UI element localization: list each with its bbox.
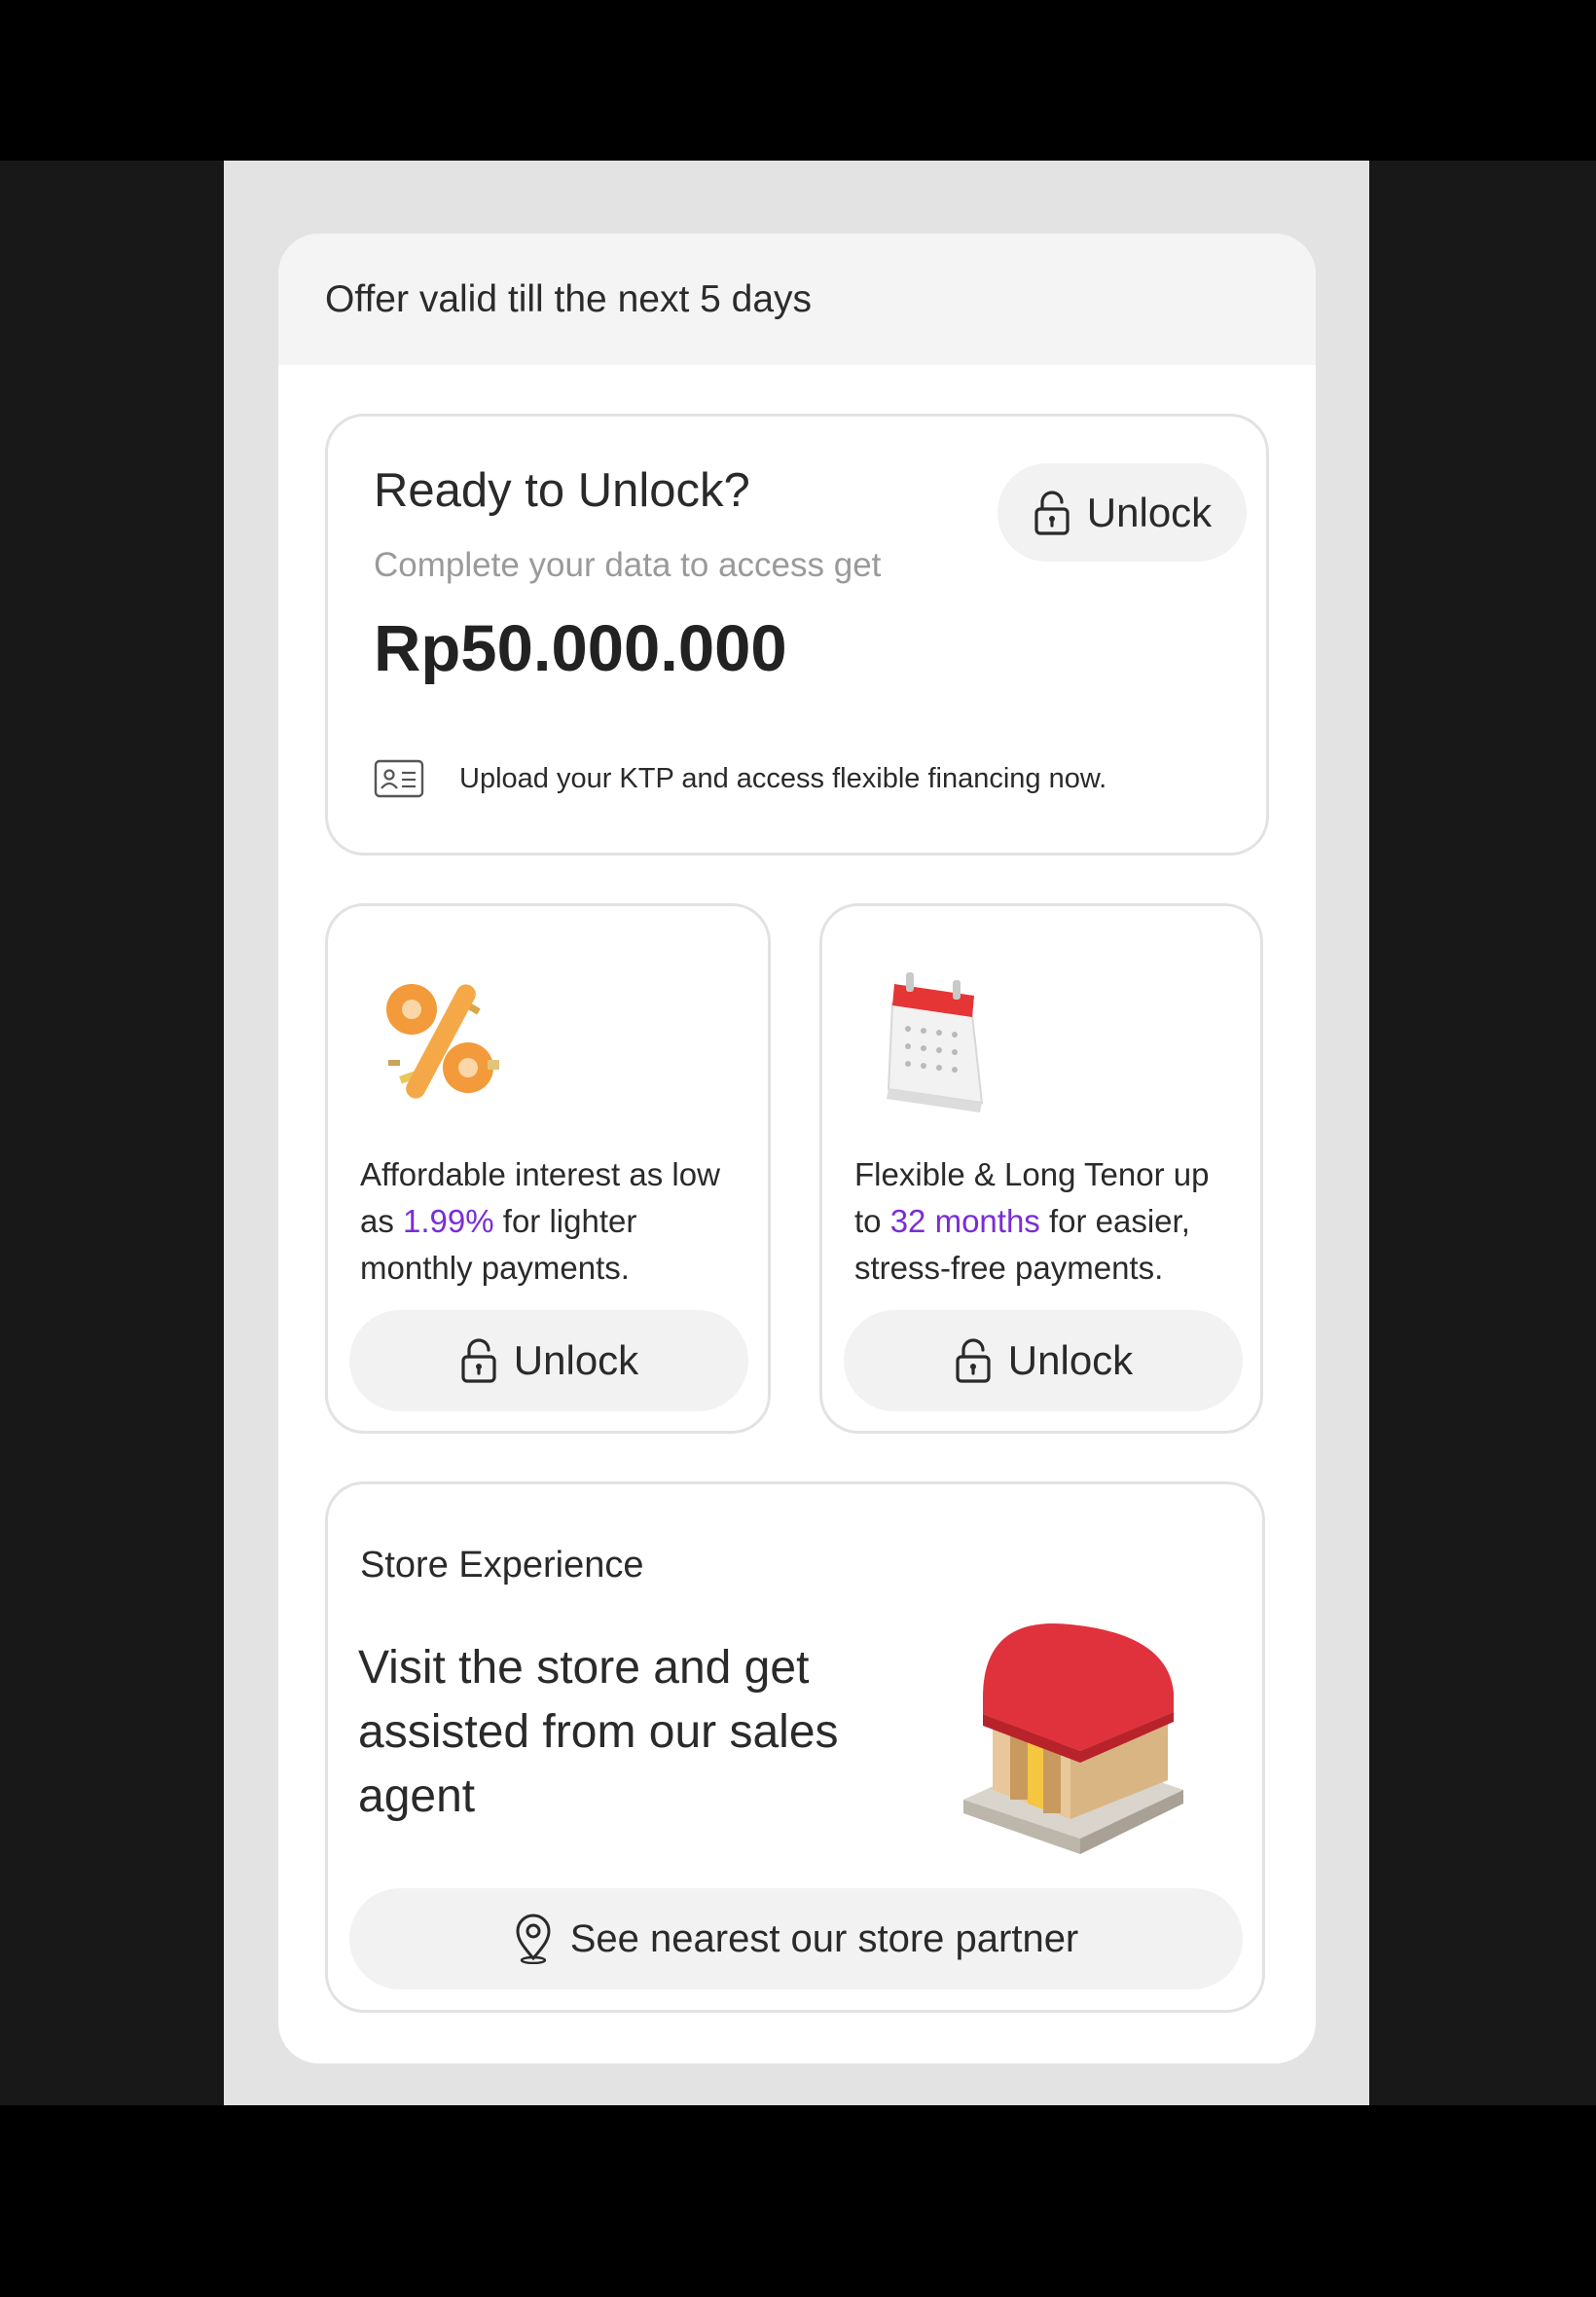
left-letterbox: [0, 161, 224, 2105]
interest-feature-card: Affordable interest as low as 1.99% for …: [325, 903, 771, 1434]
lock-icon: [1034, 490, 1070, 535]
lock-icon: [956, 1338, 991, 1383]
interest-unlock-label: Unlock: [513, 1337, 639, 1383]
app-screen: Offer valid till the next 5 days Ready t…: [224, 161, 1369, 2105]
store-icon: [963, 1622, 1183, 1854]
tenor-feature-text: Flexible & Long Tenor up to 32 months fo…: [854, 1156, 1210, 1286]
nearest-store-label: See nearest our store partner: [569, 1916, 1079, 1960]
right-letterbox: [1369, 161, 1596, 2105]
ktp-row: Upload your KTP and access flexible fina…: [374, 759, 1106, 798]
store-section-label: Store Experience: [360, 1545, 644, 1586]
lock-icon: [461, 1338, 496, 1383]
offer-validity-text: Offer valid till the next 5 days: [325, 277, 813, 320]
unlock-button-label: Unlock: [1086, 489, 1213, 535]
unlock-button[interactable]: Unlock: [998, 463, 1247, 562]
interest-feature-text: Affordable interest as low as 1.99% for …: [360, 1156, 720, 1286]
tenor-feature-card: Flexible & Long Tenor up to 32 months fo…: [819, 903, 1263, 1434]
unlock-subtitle: Complete your data to access get: [374, 546, 882, 584]
tenor-unlock-button[interactable]: Unlock: [844, 1310, 1243, 1411]
offer-sheet: Offer valid till the next 5 days Ready t…: [278, 234, 1316, 2063]
ktp-text: Upload your KTP and access flexible fina…: [459, 762, 1107, 794]
interest-unlock-button[interactable]: Unlock: [349, 1310, 748, 1411]
tenor-highlight: 32 months: [889, 1203, 1040, 1239]
unlock-card: Ready to Unlock? Complete your data to a…: [325, 414, 1269, 856]
id-card-icon: [374, 759, 424, 798]
interest-rate-highlight: 1.99%: [403, 1203, 494, 1239]
offer-header: Offer valid till the next 5 days: [278, 234, 1316, 365]
credit-amount: Rp50.000.000: [374, 612, 787, 685]
tenor-unlock-label: Unlock: [1007, 1337, 1134, 1383]
store-headline: Visit the store and get assisted from ou…: [358, 1642, 839, 1822]
unlock-title: Ready to Unlock?: [374, 464, 750, 517]
percent-icon: [386, 984, 499, 1099]
store-experience-card: Store Experience Visit the store and get…: [325, 1481, 1265, 2013]
calendar-icon: [887, 972, 984, 1112]
location-pin-icon: [516, 1914, 551, 1964]
nearest-store-button[interactable]: See nearest our store partner: [349, 1888, 1243, 1989]
